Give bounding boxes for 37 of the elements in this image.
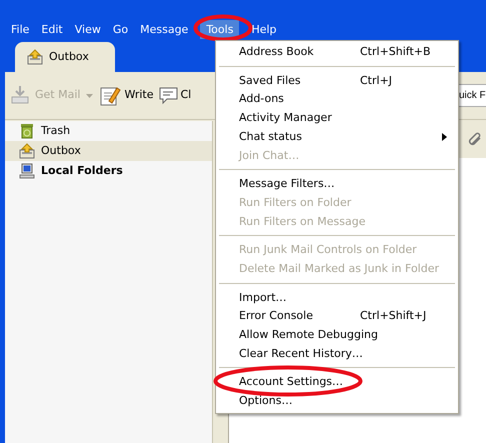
shortcut-label: Ctrl+Shift+B [360,44,432,60]
trash-can-icon [19,123,35,139]
menu-item[interactable]: Account Settings… [218,373,456,392]
folder-item[interactable]: Trash [5,121,212,141]
menu-item[interactable]: Allow Remote Debugging [218,326,456,345]
notepad-pencil-icon [99,84,122,106]
menu-item[interactable]: Message [134,20,194,39]
speech-bubble-icon [158,84,178,106]
menu-item[interactable]: Saved Files Ctrl+J [218,72,456,90]
toolbar-button[interactable]: Write [97,82,156,108]
menu-item[interactable]: Chat status [218,128,456,146]
menu-item[interactable]: Edit [35,20,69,39]
shortcut-label: Ctrl+Shift+J [360,308,428,324]
shortcut-label: Ctrl+J [360,72,394,89]
menu-item[interactable]: View [68,20,107,39]
outbox-tray-icon [19,143,35,159]
toolbar-button[interactable]: Cl [156,82,194,108]
quick-filter-field[interactable]: uick F [456,84,486,107]
caret-icon [86,94,94,98]
computer-icon [19,163,35,179]
folder-item[interactable]: Outbox [5,141,212,161]
menu-item[interactable]: Activity Manager [218,109,456,128]
paperclip-icon [468,132,482,146]
menu-item[interactable]: File [5,20,36,39]
menu-item[interactable]: Go [106,20,134,39]
tab-label[interactable]: Outbox [49,48,89,66]
menu-item[interactable]: Help [245,20,283,39]
menu-item[interactable]: Error Console Ctrl+Shift+J [218,307,456,326]
folder-item[interactable]: Local Folders [5,161,212,181]
menu-item[interactable]: Message Filters… [218,175,456,194]
menu-item[interactable]: Add-ons [218,90,456,110]
menu-item[interactable]: Clear Recent History… [218,344,456,364]
menu-item[interactable]: Address Book Ctrl+Shift+B [218,43,456,62]
outbox-tray-icon [27,49,43,65]
menu-item[interactable]: Import… [218,288,456,308]
outbox-tab[interactable]: Outbox [15,42,115,72]
menu-item[interactable]: Options… [218,392,456,411]
